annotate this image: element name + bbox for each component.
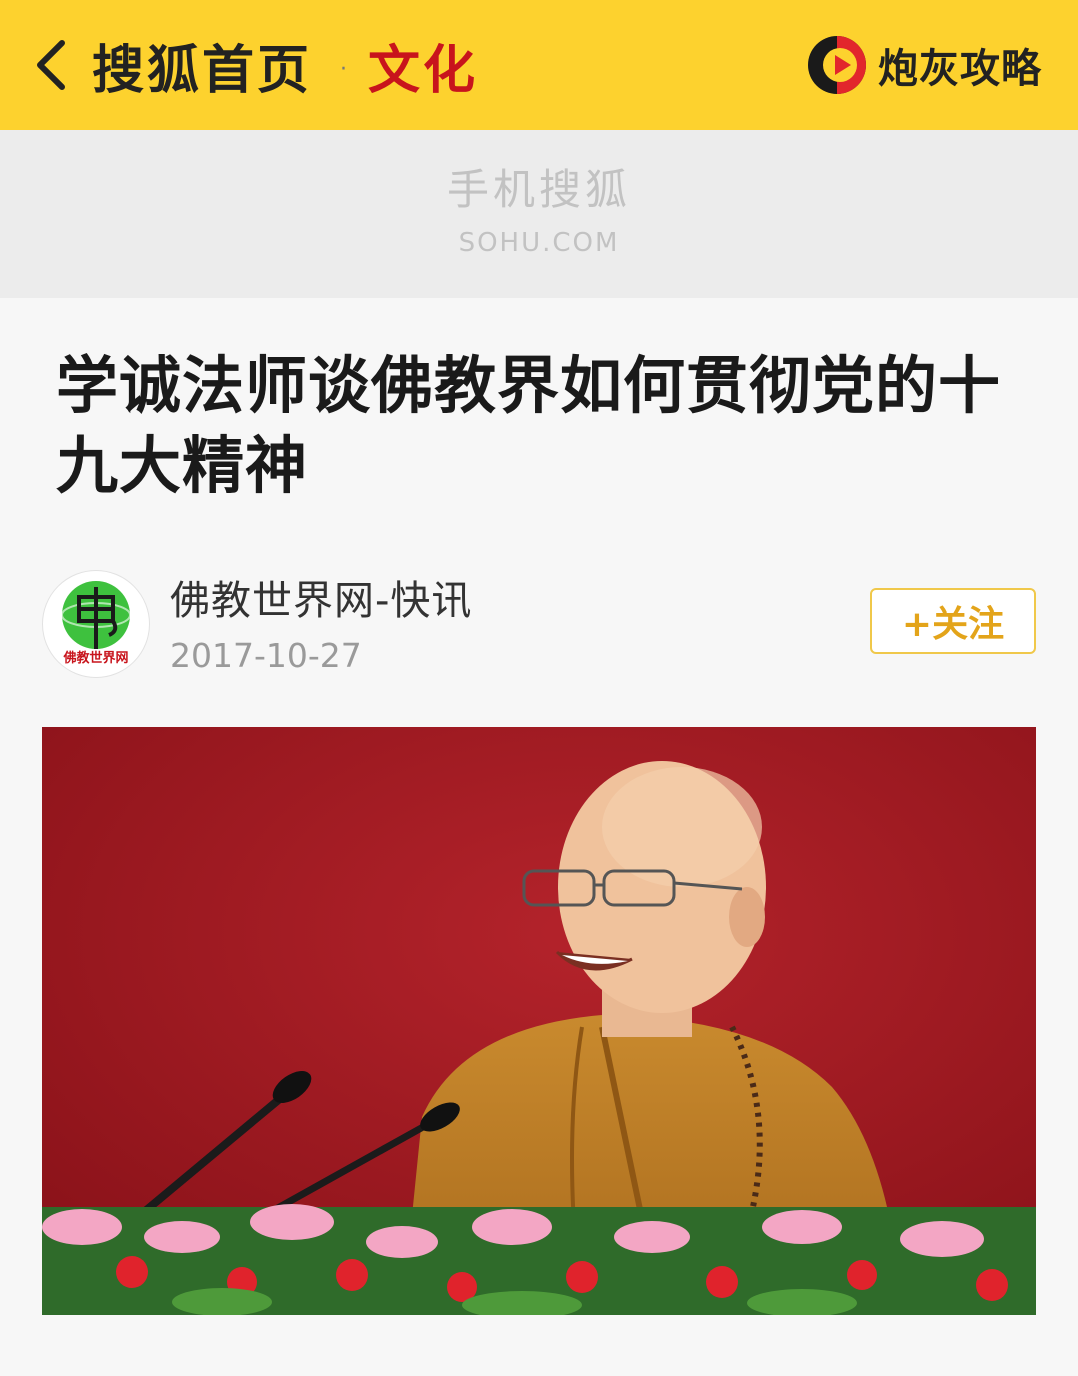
globe-logo-icon [61,581,131,649]
promo-label: 炮灰攻略 [878,46,1042,92]
photo-illustration [42,727,1036,1315]
author-row: 佛教世界网 佛教世界网-快讯 2017-10-27 +关注 [42,566,1038,678]
promo-link[interactable]: 炮灰攻略 [806,30,1042,100]
follow-button[interactable]: +关注 [870,588,1036,654]
author-avatar[interactable]: 佛教世界网 [42,570,150,678]
title-separator: · [340,57,347,82]
publish-date: 2017-10-27 [170,636,362,675]
sohu-banner: 手机搜狐 SOHU.COM [0,130,1078,298]
chevron-left-icon [37,40,65,90]
channel-culture-link[interactable]: 文化 [368,22,478,108]
avatar-logo-text: 佛教世界网 [63,651,129,666]
article-title: 学诚法师谈佛教界如何贯彻党的十九大精神 [56,349,1002,502]
author-name[interactable]: 佛教世界网-快讯 [170,568,472,626]
article-photo [42,727,1036,1315]
sohu-banner-en: SOHU.COM [458,228,620,258]
sohu-home-link[interactable]: 搜狐首页 [92,22,312,108]
back-button[interactable] [22,30,82,100]
top-nav-bar: 搜狐首页 · 文化 炮灰攻略 [0,0,1078,130]
play-circle-icon [808,36,866,94]
sohu-banner-cn: 手机搜狐 [446,165,631,214]
